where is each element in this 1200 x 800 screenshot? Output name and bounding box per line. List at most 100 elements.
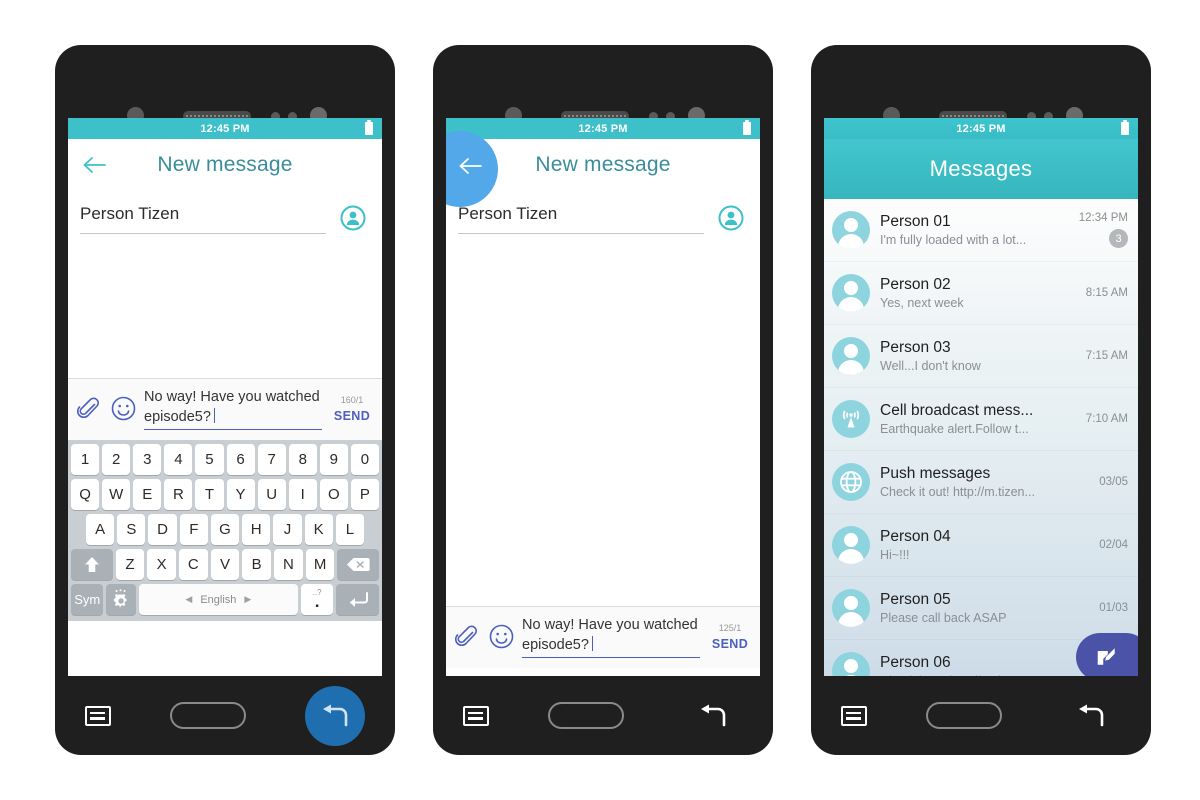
list-item[interactable]: Person 04 Hi~!!! 02/04 — [824, 514, 1138, 577]
back-nav-button[interactable] — [305, 685, 366, 746]
sym-key[interactable]: Sym — [71, 584, 104, 615]
triangle-left-icon[interactable]: ◀ — [185, 594, 192, 605]
paperclip-icon[interactable] — [454, 624, 480, 650]
key-e[interactable]: E — [133, 479, 162, 510]
space-language-key[interactable]: ◀ English ▶ — [138, 584, 298, 615]
key-z[interactable]: Z — [115, 549, 145, 580]
message-input-text: No way! Have you watched episode5? — [144, 389, 320, 425]
list-item[interactable]: Person 02 Yes, next week 8:15 AM — [824, 262, 1138, 325]
key-c[interactable]: C — [178, 549, 208, 580]
back-button[interactable] — [80, 151, 108, 179]
enter-key[interactable] — [336, 584, 379, 615]
conversation-time: 12:34 PM — [1078, 212, 1128, 224]
menu-icon[interactable] — [462, 705, 489, 726]
list-item[interactable]: Person 05 Please call back ASAP 01/03 — [824, 577, 1138, 640]
contact-person-glyph — [340, 205, 366, 231]
list-item[interactable]: Person 01 I'm fully loaded with a lot...… — [824, 199, 1138, 262]
message-input[interactable]: No way! Have you watched episode5? — [144, 387, 322, 430]
menu-icon[interactable] — [84, 705, 111, 726]
key-5[interactable]: 5 — [195, 444, 224, 475]
list-item[interactable]: Cell broadcast mess... Earthquake alert.… — [824, 388, 1138, 451]
key-m[interactable]: M — [305, 549, 335, 580]
key-j[interactable]: J — [273, 514, 302, 545]
contact-person-icon[interactable] — [338, 203, 368, 233]
key-w[interactable]: W — [102, 479, 131, 510]
key-4[interactable]: 4 — [164, 444, 193, 475]
key-b[interactable]: B — [242, 549, 272, 580]
key-y[interactable]: Y — [226, 479, 255, 510]
shift-key[interactable] — [71, 549, 113, 580]
back-nav-button[interactable] — [683, 686, 743, 746]
key-t[interactable]: T — [195, 479, 224, 510]
phone2-screen: 12:45 PM New message Person Tizen No way… — [446, 118, 760, 676]
key-s[interactable]: S — [117, 514, 146, 545]
key-a[interactable]: A — [86, 514, 115, 545]
key-3[interactable]: 3 — [133, 444, 162, 475]
triangle-right-icon[interactable]: ▶ — [244, 594, 251, 605]
keyboard-row-numbers: 1 2 3 4 5 6 7 8 9 0 — [71, 444, 379, 475]
send-button[interactable]: SEND — [330, 409, 374, 423]
key-g[interactable]: G — [210, 514, 240, 545]
phone1-send-area: 160/1 SEND — [330, 395, 374, 423]
key-8[interactable]: 8 — [288, 444, 317, 475]
phone1-screen: 12:45 PM New message Person Tizen No way… — [68, 118, 382, 676]
key-f[interactable]: F — [179, 514, 208, 545]
key-r[interactable]: R — [164, 479, 193, 510]
key-h[interactable]: H — [242, 514, 271, 545]
list-item-main: Push messages Check it out! http://m.tiz… — [880, 465, 1070, 499]
list-item-meta: 02/04 — [1070, 539, 1128, 551]
phone-device-2: 12:45 PM New message Person Tizen No way… — [433, 45, 773, 755]
key-1[interactable]: 1 — [71, 444, 100, 475]
conversation-name: Person 04 — [880, 528, 951, 545]
period-key[interactable]: ..? . — [300, 584, 334, 615]
smiley-icon[interactable] — [110, 396, 136, 422]
conversation-name: Person 03 — [880, 339, 951, 356]
key-n[interactable]: N — [274, 549, 303, 580]
list-item-main: Person 03 Well...I don't know — [880, 339, 1070, 373]
compose-fab-button[interactable] — [1076, 633, 1138, 676]
key-k[interactable]: K — [304, 514, 333, 545]
contact-person-icon[interactable] — [716, 203, 746, 233]
character-counter: 160/1 — [340, 394, 364, 405]
home-pill-icon[interactable] — [547, 702, 624, 729]
key-x[interactable]: X — [147, 549, 176, 580]
recipient-input[interactable] — [80, 202, 326, 234]
smiley-icon[interactable] — [488, 624, 514, 650]
back-arrow-icon — [701, 704, 726, 726]
smiley-glyph — [489, 624, 513, 649]
key-2[interactable]: 2 — [102, 444, 131, 475]
key-i[interactable]: I — [288, 479, 317, 510]
key-u[interactable]: U — [257, 479, 286, 510]
key-o[interactable]: O — [319, 479, 348, 510]
globe-glyph — [840, 471, 862, 493]
key-0[interactable]: 0 — [350, 444, 379, 475]
conversation-preview: Yes, next week — [880, 296, 964, 310]
phone2-status-bar: 12:45 PM — [446, 118, 760, 139]
menu-icon[interactable] — [840, 705, 867, 726]
key-l[interactable]: L — [335, 514, 364, 545]
key-d[interactable]: D — [148, 514, 177, 545]
key-6[interactable]: 6 — [226, 444, 255, 475]
key-9[interactable]: 9 — [319, 444, 348, 475]
shift-up-arrow-icon — [84, 557, 99, 572]
phone2-recipient-row — [446, 191, 760, 245]
person-avatar-icon — [832, 526, 870, 564]
list-item[interactable]: Push messages Check it out! http://m.tiz… — [824, 451, 1138, 514]
list-item[interactable]: Person 03 Well...I don't know 7:15 AM — [824, 325, 1138, 388]
key-p[interactable]: P — [350, 479, 379, 510]
send-button[interactable]: SEND — [708, 637, 752, 651]
message-input[interactable]: No way! Have you watched episode5? — [522, 615, 700, 658]
phone2-message-body — [446, 245, 760, 606]
paperclip-icon[interactable] — [76, 396, 102, 422]
home-pill-icon[interactable] — [925, 702, 1002, 729]
back-nav-button[interactable] — [1061, 686, 1121, 746]
keyboard-settings-key[interactable] — [106, 584, 136, 615]
key-v[interactable]: V — [210, 549, 240, 580]
home-pill-icon[interactable] — [169, 702, 246, 729]
recipient-input[interactable] — [458, 202, 704, 234]
key-7[interactable]: 7 — [257, 444, 286, 475]
backspace-key[interactable] — [337, 549, 379, 580]
key-q[interactable]: Q — [71, 479, 100, 510]
conversation-preview: Well...I don't know — [880, 359, 981, 373]
battery-full-icon — [743, 120, 751, 135]
